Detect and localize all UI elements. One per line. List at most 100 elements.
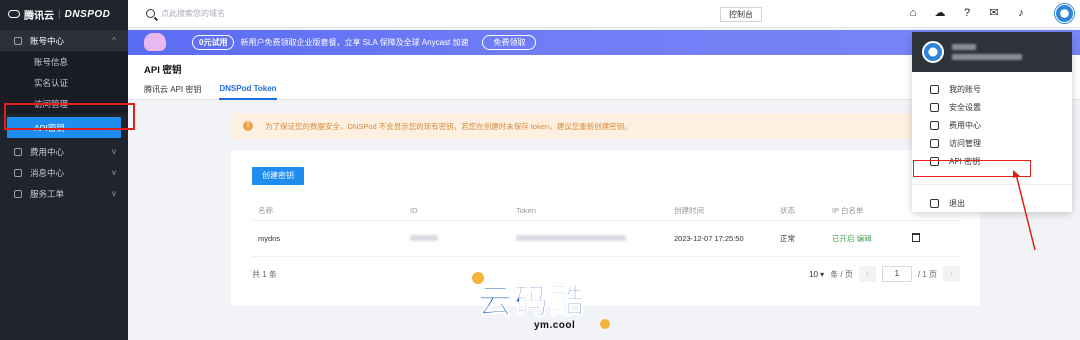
whitelist-status: 已开启 — [832, 234, 855, 243]
shield-icon — [930, 102, 939, 112]
create-key-button[interactable]: 创建密钥 — [252, 167, 304, 185]
table-header: 名称 ID Token 创建时间 状态 IP 白名单 — [252, 200, 960, 221]
sidebar-item-messages[interactable]: 消息中心 v — [0, 162, 128, 183]
trash-icon[interactable] — [912, 233, 920, 242]
search-icon — [146, 9, 155, 18]
menu-item-security[interactable]: 安全设置 — [912, 98, 1072, 116]
menu-item-label: 退出 — [949, 199, 965, 208]
sidebar-item-label: 费用中心 — [30, 146, 65, 157]
top-icons: ⌂ ☁ ? ✉ ♪ — [906, 6, 1028, 20]
cell-created: 2023-12-07 17:25:50 — [674, 234, 744, 243]
cell-status: 正常 — [780, 234, 795, 243]
menu-item-logout[interactable]: 退出 — [912, 184, 1072, 212]
sidebar-item-label: 服务工单 — [30, 188, 65, 199]
total-count: 共 1 条 — [252, 269, 277, 279]
menu-item-my-account[interactable]: 我的账号 — [912, 80, 1072, 98]
bell-icon[interactable]: ♪ — [1014, 7, 1028, 19]
user-dropdown: 我的账号 安全设置 费用中心 访问管理 API 密钥 退出 — [912, 32, 1072, 212]
tabs: 腾讯云 API 密钥 DNSPod Token — [144, 84, 277, 100]
wallet-icon — [930, 120, 939, 130]
logo-separator: | — [58, 8, 61, 20]
menu-item-access[interactable]: 访问管理 — [912, 134, 1072, 152]
alert-text: 为了保证您的数据安全，DNSPod 不会显示您的现有密钥，若您在创建时未保存 t… — [265, 121, 632, 131]
menu-item-billing[interactable]: 费用中心 — [912, 116, 1072, 134]
chevron-down-icon: v — [112, 168, 116, 177]
logo-brand: 腾讯云 — [24, 10, 54, 22]
free-claim-button[interactable]: 免费领取 — [482, 35, 537, 50]
next-page-button[interactable]: › — [943, 266, 960, 282]
pagination: 10 ▾ 条 / 页 ‹ 1 / 1 页 › — [809, 266, 960, 282]
chevron-down-icon: v — [112, 189, 116, 198]
redacted-token — [516, 235, 626, 241]
sidebar-item-label: 账号信息 — [34, 56, 69, 67]
per-page-label: 条 / 页 — [830, 269, 853, 279]
help-icon[interactable]: ? — [960, 7, 974, 19]
column-header: 状态 — [780, 205, 795, 215]
sidebar: 腾讯云 | DNSPOD 账号中心 ^ 账号信息 实名认证 访问管理 API密钥… — [0, 0, 128, 340]
sidebar-item-verification[interactable]: 实名认证 — [0, 72, 128, 93]
watermark-text: 云码酷 — [478, 282, 586, 323]
whitelist-edit-link[interactable]: 编辑 — [857, 234, 872, 243]
search-box[interactable]: 点此搜索您的域名 — [128, 8, 225, 19]
column-header: Token — [516, 205, 537, 215]
user-icon — [14, 36, 22, 45]
prev-page-button[interactable]: ‹ — [858, 266, 876, 282]
cloud-menu-icon[interactable]: ☁ — [933, 6, 947, 19]
sidebar-item-label: 实名认证 — [34, 77, 69, 88]
table-row: mydns 2023-12-07 17:25:50 正常 已开启 编辑 — [252, 221, 960, 257]
console-button[interactable]: 控制台 — [720, 7, 762, 22]
highlight-box-sidebar — [4, 103, 135, 130]
logo-product: DNSPOD — [64, 8, 111, 20]
chevron-down-icon: v — [112, 147, 116, 156]
dropdown-menu: 我的账号 安全设置 费用中心 访问管理 API 密钥 退出 — [912, 72, 1072, 212]
access-icon — [930, 138, 939, 148]
info-alert: ! 为了保证您的数据安全，DNSPod 不会显示您的现有密钥，若您在创建时未保存… — [231, 113, 980, 139]
ticket-icon — [14, 189, 22, 198]
tab-dnspod-token[interactable]: DNSPod Token — [219, 84, 277, 100]
banner-text: 新用户免费领取企业版套餐，立享 SLA 保障及全球 Anycast 加速 — [240, 38, 469, 47]
user-icon — [930, 84, 939, 94]
mascot-icon — [138, 30, 178, 55]
dropdown-header — [912, 32, 1072, 72]
tab-tencent-api-key[interactable]: 腾讯云 API 密钥 — [144, 84, 201, 100]
message-icon — [14, 168, 22, 177]
home-icon[interactable]: ⌂ — [906, 7, 920, 19]
chevron-up-icon: ^ — [112, 36, 116, 45]
sidebar-item-label: 账号中心 — [30, 35, 65, 46]
avatar[interactable] — [1055, 4, 1074, 23]
sidebar-item-label: 消息中心 — [30, 167, 65, 178]
redacted-username — [952, 44, 1022, 60]
search-input[interactable]: 点此搜索您的域名 — [161, 8, 225, 19]
chat-icon[interactable]: ✉ — [987, 6, 1001, 19]
watermark-subtext: ym.cool — [534, 320, 576, 331]
page-title: API 密钥 — [144, 65, 182, 76]
annotation-arrow — [1013, 170, 1036, 251]
column-header: 名称 — [258, 205, 273, 215]
page-total: / 1 页 — [917, 269, 937, 279]
cloud-logo-icon — [8, 10, 20, 18]
redacted-line — [952, 54, 1022, 60]
sidebar-item-tickets[interactable]: 服务工单 v — [0, 183, 128, 204]
menu-item-label: 安全设置 — [949, 102, 981, 112]
logo[interactable]: 腾讯云 | DNSPOD — [0, 0, 128, 28]
sidebar-item-billing[interactable]: 费用中心 v — [0, 141, 128, 162]
page-size-select[interactable]: 10 ▾ — [809, 270, 824, 279]
column-header: IP 白名单 — [832, 205, 864, 215]
sidebar-item-account-info[interactable]: 账号信息 — [0, 51, 128, 72]
menu-item-label: 我的账号 — [949, 84, 981, 94]
page-input[interactable]: 1 — [881, 266, 912, 282]
watermark-dot — [600, 319, 610, 329]
redacted-id — [410, 235, 438, 241]
logout-icon — [930, 199, 939, 208]
cell-id — [410, 234, 516, 243]
cell-actions — [912, 233, 960, 244]
menu-item-label: 费用中心 — [949, 120, 981, 130]
billing-icon — [14, 147, 22, 156]
cell-token — [516, 234, 674, 243]
warning-icon: ! — [243, 121, 253, 131]
watermark: 云码酷 ym.cool — [472, 272, 612, 336]
column-header: 创建时间 — [674, 205, 704, 215]
cell-name: mydns — [258, 234, 281, 243]
sidebar-item-account-center[interactable]: 账号中心 ^ — [0, 30, 128, 51]
avatar — [922, 41, 944, 63]
